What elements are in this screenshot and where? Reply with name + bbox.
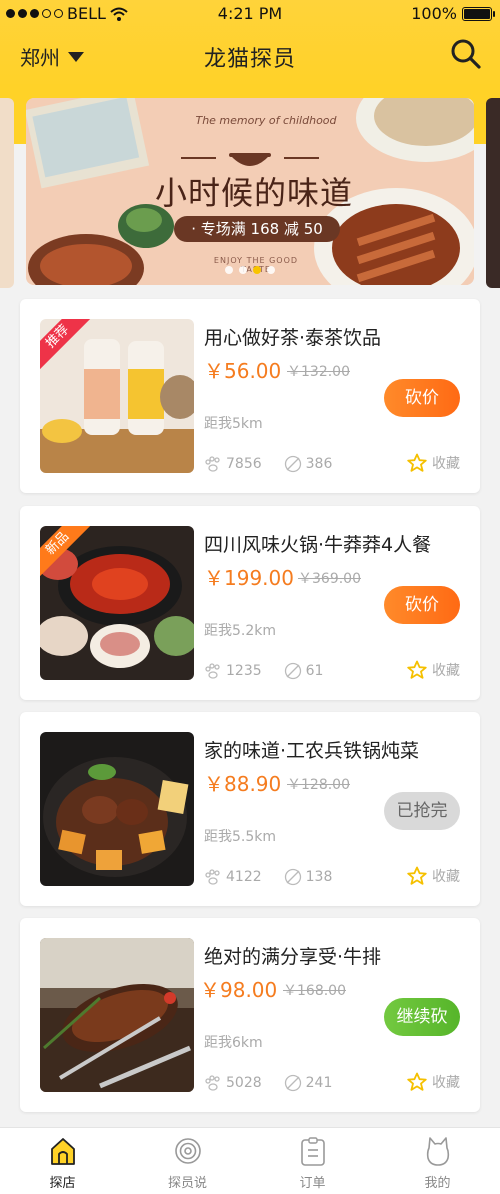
favorite-button[interactable]: 收藏	[407, 660, 460, 680]
product-distance: 距我5.5km	[204, 829, 277, 845]
tab-bar: 探店 探员说 订单 我的	[0, 1127, 500, 1194]
banner-english-caption: The memory of childhood	[195, 114, 337, 127]
no-coupon-icon	[284, 662, 301, 680]
product-distance: 距我6km	[204, 1035, 263, 1051]
product-original-price: ￥369.00	[298, 571, 361, 587]
cat-icon	[426, 1137, 449, 1166]
header: BELL 4:21 PM 100% 郑州 龙猫探员	[0, 0, 500, 92]
favorite-label: 收藏	[432, 1075, 460, 1091]
product-card[interactable]: 家的味道·工农兵铁锅炖菜 ￥88.90 ￥128.00 距我5.5km 已抢完 …	[20, 712, 480, 906]
tab-label: 探店	[49, 1176, 76, 1191]
product-price: ￥199.00	[204, 566, 294, 590]
product-card[interactable]: 推荐 用心做好茶·泰茶饮品 ￥56.00 ￥132.00 距我5km 砍价 78…	[20, 299, 480, 493]
banner[interactable]: The memory of childhood 小时候的味道 · 专场满 168…	[26, 98, 474, 285]
bargain-button[interactable]: 砍价	[384, 586, 460, 624]
star-icon	[407, 866, 427, 885]
paw-icon	[205, 869, 220, 885]
product-original-price: ￥168.00	[283, 983, 346, 999]
tab-orders[interactable]: 订单	[250, 1136, 375, 1191]
carousel-dot[interactable]	[239, 266, 247, 274]
tab-label: 探员说	[167, 1176, 207, 1191]
favorite-label: 收藏	[432, 663, 460, 679]
product-title: 用心做好茶·泰茶饮品	[204, 327, 382, 349]
banner-headline: 小时候的味道	[154, 174, 353, 212]
product-price: ￥98.00	[200, 978, 278, 1002]
product-original-price: ￥132.00	[287, 364, 350, 380]
views-count: 7856	[226, 456, 262, 472]
views-count: 5028	[226, 1075, 262, 1091]
product-distance: 距我5.2km	[204, 623, 277, 639]
banner-promo: · 专场满 168 减 50	[174, 216, 340, 242]
banner-carousel[interactable]: The memory of childhood 小时候的味道 · 专场满 168…	[0, 92, 500, 298]
carousel-dots	[26, 266, 474, 274]
paw-icon	[205, 663, 220, 679]
product-price: ￥56.00	[204, 359, 282, 383]
tab-mine[interactable]: 我的	[375, 1136, 500, 1191]
product-title: 四川风味火锅·牛莽莽4人餐	[204, 534, 432, 556]
bargain-button[interactable]: 砍价	[384, 379, 460, 417]
product-title: 绝对的满分享受·牛排	[204, 946, 382, 968]
continue-bargain-button[interactable]: 继续砍	[384, 998, 460, 1036]
carousel-dot[interactable]	[267, 266, 275, 274]
star-icon	[407, 660, 427, 679]
favorite-button[interactable]: 收藏	[407, 453, 460, 473]
product-price: ￥88.90	[204, 772, 282, 796]
tab-label: 我的	[424, 1176, 451, 1191]
carousel-dot[interactable]	[225, 266, 233, 274]
no-coupon-icon	[284, 1074, 301, 1092]
favorite-label: 收藏	[432, 456, 460, 472]
clipboard-icon	[300, 1137, 325, 1166]
banner-prev-peek[interactable]	[0, 98, 14, 288]
star-icon	[407, 1072, 427, 1091]
paw-icon	[205, 1075, 220, 1091]
star-icon	[407, 453, 427, 472]
favorite-label: 收藏	[432, 869, 460, 885]
product-distance: 距我5km	[204, 416, 263, 432]
battery-icon	[462, 6, 495, 21]
product-image: 推荐	[40, 319, 194, 473]
product-title: 家的味道·工农兵铁锅炖菜	[204, 740, 420, 762]
views-count: 4122	[226, 869, 262, 885]
page-title: 龙猫探员	[203, 47, 296, 72]
paw-icon	[205, 456, 220, 472]
navbar: 郑州 龙猫探员	[0, 36, 500, 76]
product-card[interactable]: 新品 四川风味火锅·牛莽莽4人餐 ￥199.00 ￥369.00 距我5.2km…	[20, 506, 480, 700]
banner-next-peek[interactable]	[486, 98, 500, 288]
sold-count: 386	[305, 456, 333, 472]
favorite-button[interactable]: 收藏	[407, 866, 460, 886]
favorite-button[interactable]: 收藏	[407, 1072, 460, 1092]
shop-icon	[50, 1138, 75, 1165]
sold-count: 241	[305, 1075, 333, 1091]
no-coupon-icon	[284, 868, 301, 886]
product-image	[40, 732, 194, 886]
no-coupon-icon	[284, 455, 301, 473]
product-original-price: ￥128.00	[287, 777, 350, 793]
target-icon	[174, 1138, 201, 1164]
tab-label: 订单	[299, 1176, 326, 1191]
status-bar: BELL 4:21 PM 100%	[0, 0, 500, 28]
views-count: 1235	[226, 663, 262, 679]
tab-shop[interactable]: 探店	[0, 1136, 125, 1191]
battery-percent: 100%	[411, 4, 457, 23]
carousel-dot-active[interactable]	[253, 266, 261, 274]
product-card[interactable]: 绝对的满分享受·牛排 ￥98.00 ￥168.00 距我6km 继续砍 5028…	[20, 918, 480, 1112]
sold-count: 61	[305, 663, 324, 679]
search-icon[interactable]	[450, 38, 482, 70]
product-image	[40, 938, 194, 1092]
product-image: 新品	[40, 526, 194, 680]
sold-out-button[interactable]: 已抢完	[384, 792, 460, 830]
tab-agent-says[interactable]: 探员说	[125, 1136, 250, 1191]
sold-count: 138	[305, 869, 333, 885]
